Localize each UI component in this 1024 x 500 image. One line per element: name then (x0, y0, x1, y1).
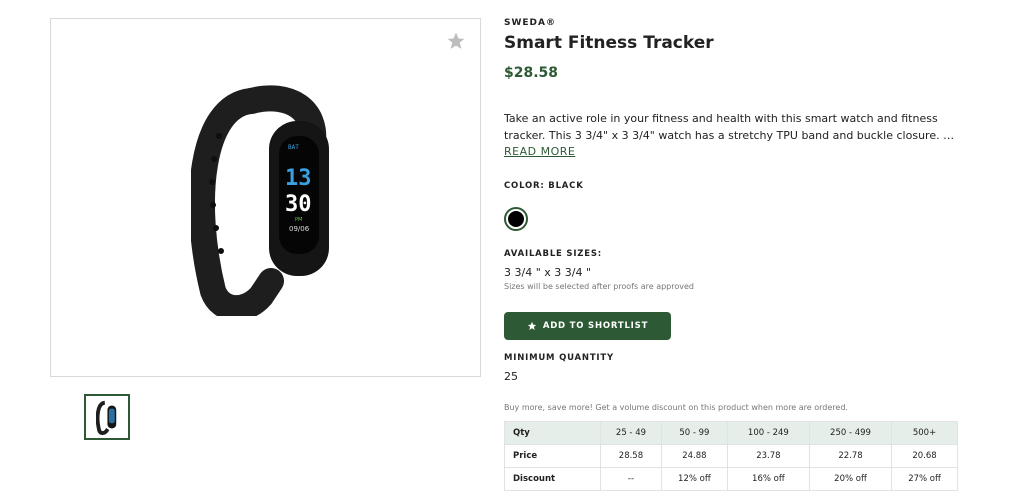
table-cell: 50 - 99 (660, 421, 728, 445)
table-cell: 25 - 49 (600, 421, 662, 445)
product-main-image[interactable]: BAT 13 30 PM 09/06 (50, 18, 481, 377)
table-cell: 22.78 (808, 444, 893, 468)
svg-text:PM: PM (295, 217, 302, 223)
table-cell: 16% off (726, 467, 810, 491)
description-line: Take an active role in your fitness and … (504, 112, 938, 125)
svg-text:BAT: BAT (288, 144, 299, 151)
table-cell: 23.78 (726, 444, 810, 468)
fitness-tracker-image: BAT 13 30 PM 09/06 (191, 85, 329, 316)
table-cell: 28.58 (600, 444, 662, 468)
star-icon[interactable] (446, 31, 466, 51)
table-row: Discount -- 12% off 16% off 20% off 27% … (504, 467, 958, 491)
sizes-label: AVAILABLE SIZES: (504, 249, 602, 259)
color-label: COLOR: BLACK (504, 181, 584, 191)
pricing-table: Qty 25 - 49 50 - 99 100 - 249 250 - 499 … (504, 421, 958, 491)
size-note: Sizes will be selected after proofs are … (504, 282, 694, 291)
product-thumbnail[interactable] (84, 394, 130, 440)
fitness-tracker-thumb (96, 400, 117, 435)
product-description: Take an active role in your fitness and … (504, 110, 959, 144)
screen-date: 09/06 (289, 225, 310, 233)
add-to-shortlist-button[interactable]: ADD TO SHORTLIST (504, 312, 671, 340)
table-cell: 250 - 499 (808, 421, 893, 445)
table-cell: Qty (504, 421, 601, 445)
screen-minute: 30 (285, 192, 312, 217)
volume-discount-note: Buy more, save more! Get a volume discou… (504, 403, 848, 412)
table-cell: 12% off (660, 467, 728, 491)
description-line: tracker. This 3 3/4" x 3 3/4" watch has … (504, 129, 959, 142)
screen-hour: 13 (285, 166, 312, 191)
shortlist-label: ADD TO SHORTLIST (542, 321, 649, 331)
read-more-link[interactable]: READ MORE (504, 145, 575, 158)
brand-name: SWEDA® (504, 18, 556, 28)
table-cell: 20.68 (891, 444, 958, 468)
table-cell: 20% off (808, 467, 893, 491)
size-value: 3 3/4 " x 3 3/4 " (504, 266, 592, 279)
min-qty-label: MINIMUM QUANTITY (504, 353, 614, 363)
swatch-fill (508, 211, 524, 227)
product-price: $28.58 (504, 65, 559, 81)
product-title: Smart Fitness Tracker (504, 33, 714, 53)
table-row: Qty 25 - 49 50 - 99 100 - 249 250 - 499 … (504, 421, 958, 445)
table-cell: -- (600, 467, 662, 491)
table-cell: 27% off (891, 467, 958, 491)
min-qty-value: 25 (504, 370, 518, 383)
table-cell: 24.88 (660, 444, 728, 468)
table-cell: 500+ (891, 421, 958, 445)
table-cell: 100 - 249 (726, 421, 810, 445)
table-cell: Price (504, 444, 601, 468)
color-swatch-black[interactable] (504, 207, 528, 231)
table-cell: Discount (504, 467, 601, 491)
table-row: Price 28.58 24.88 23.78 22.78 20.68 (504, 444, 958, 468)
star-icon (527, 321, 536, 330)
